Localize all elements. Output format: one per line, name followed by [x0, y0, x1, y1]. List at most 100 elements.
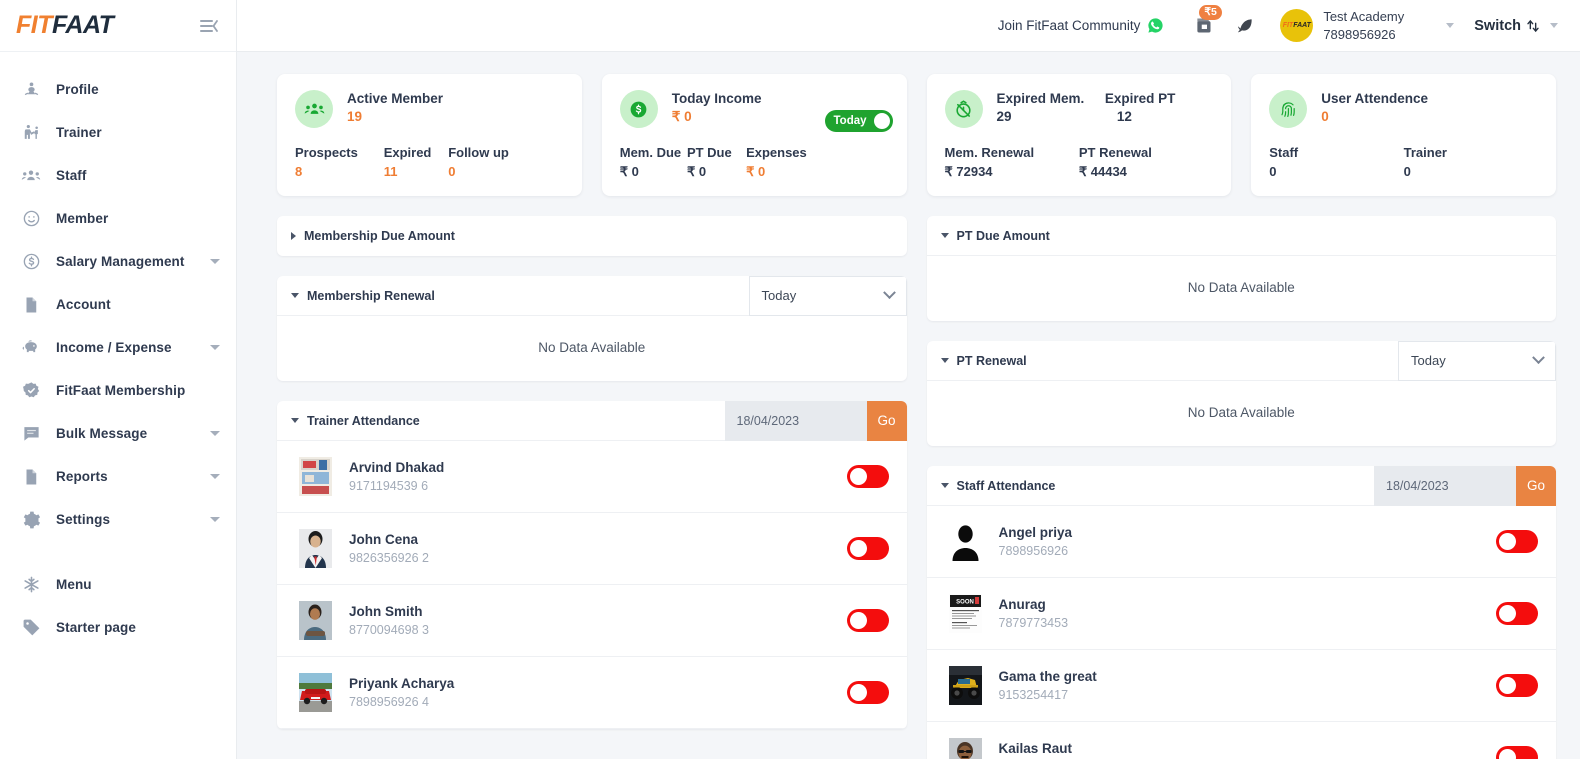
person-phone: 7898956926 4: [349, 695, 429, 709]
person-name: Kailas Raut: [998, 741, 1073, 756]
panel-title: PT Due Amount: [956, 228, 1050, 243]
sidebar-item-account[interactable]: Account: [0, 283, 236, 326]
panel-title: Membership Due Amount: [304, 229, 455, 243]
person-info: John Smith 8770094698 3: [349, 604, 429, 637]
today-toggle[interactable]: Today: [824, 110, 893, 132]
panel-header[interactable]: Staff Attendance Go: [926, 466, 1556, 506]
person-name: Angel priya: [998, 525, 1073, 540]
attendance-toggle[interactable]: [1496, 602, 1538, 625]
substat-label: Staff: [1269, 145, 1299, 160]
substat-label: PT Renewal: [1078, 145, 1152, 160]
chevron-down-icon[interactable]: [1446, 23, 1455, 28]
sidebar-divider-space: [0, 541, 236, 563]
card-value: 29: [996, 109, 1012, 124]
attendance-toggle[interactable]: [846, 465, 889, 488]
person-name: John Cena: [349, 532, 419, 547]
person-info: John Cena 9826356926 2: [349, 532, 429, 565]
collapse-triangle-icon[interactable]: [291, 418, 299, 423]
sidebar-item-profile[interactable]: Profile: [0, 68, 236, 111]
expand-triangle-icon[interactable]: [291, 232, 296, 240]
sidebar-item-fitfaat-membership[interactable]: FitFaat Membership: [0, 369, 236, 412]
collapse-triangle-icon[interactable]: [291, 293, 299, 298]
staff-date-input[interactable]: [1374, 466, 1516, 506]
collapse-triangle-icon[interactable]: [940, 233, 949, 238]
attendance-toggle[interactable]: [846, 609, 889, 632]
panel-trainer-attendance: Trainer Attendance Go: [277, 401, 907, 729]
panel-title: PT Renewal: [956, 353, 1027, 368]
person-info: Anurag 7879773453: [999, 597, 1069, 630]
sidebar-item-label: Settings: [56, 512, 111, 527]
document-icon: [20, 294, 42, 316]
expired-pt-block: Expired PT 12: [1105, 91, 1176, 124]
sidebar-item-starter-page[interactable]: Starter page: [0, 606, 236, 649]
empty-message: No Data Available: [1187, 280, 1295, 295]
toggle-knob: [1499, 533, 1516, 550]
chevron-down-icon[interactable]: [210, 259, 220, 264]
sidebar-item-staff[interactable]: Staff: [0, 154, 236, 197]
app-logo[interactable]: FITFAAT: [16, 11, 114, 40]
toggle-knob: [1499, 749, 1516, 759]
notification-bird-icon[interactable]: [1228, 9, 1262, 43]
switch-label: Switch: [1474, 17, 1521, 34]
stat-card-today-income: Today Income ₹ 0 Today Mem. Due ₹ 0 PT D…: [601, 74, 907, 196]
sidebar-item-reports[interactable]: Reports: [0, 455, 236, 498]
person-name: John Smith: [349, 604, 423, 619]
switch-button[interactable]: Switch: [1474, 18, 1558, 34]
chevron-down-icon[interactable]: [210, 431, 220, 436]
substat-value: ₹ 0: [619, 164, 639, 179]
sidebar-item-salary-management[interactable]: Salary Management: [0, 240, 236, 283]
panel-pt-due-amount: PT Due Amount No Data Available: [926, 216, 1556, 321]
sidebar-item-member[interactable]: Member: [0, 197, 236, 240]
substat-follow-up: Follow up 0: [448, 145, 509, 179]
collapse-triangle-icon[interactable]: [940, 358, 949, 363]
sidebar-item-trainer[interactable]: Trainer: [0, 111, 236, 154]
attendance-toggle[interactable]: [1496, 530, 1538, 553]
trainer-date-input[interactable]: [724, 401, 867, 441]
pt-renewal-filter-select[interactable]: Today: [1398, 341, 1556, 381]
panel-header[interactable]: Membership Due Amount: [277, 216, 907, 256]
person-phone: 7898956926: [998, 544, 1069, 558]
attendance-toggle[interactable]: [846, 681, 889, 704]
chevron-down-icon[interactable]: [1550, 23, 1558, 28]
attendance-toggle[interactable]: [1496, 674, 1538, 697]
topbar: Join FitFaat Community ₹5 FIT FAAT Test …: [237, 0, 1580, 52]
attendance-toggle[interactable]: [846, 537, 889, 560]
sidebar-item-income-expense[interactable]: Income / Expense: [0, 326, 236, 369]
sidebar-nav: Profile Trainer Staff Member Salary Mana…: [0, 52, 236, 649]
sidebar-item-bulk-message[interactable]: Bulk Message: [0, 412, 236, 455]
account-phone: 7898956926: [1323, 26, 1396, 42]
card-substats: Prospects 8 Expired 11 Follow up 0: [295, 145, 564, 179]
toggle-knob: [849, 468, 867, 485]
chevron-down-icon[interactable]: [210, 474, 220, 479]
substat-prospects: Prospects 8: [295, 145, 384, 179]
person-info: Kailas Raut 8796826512: [999, 741, 1073, 759]
panel-header[interactable]: PT Renewal Today: [926, 341, 1556, 381]
sidebar-item-settings[interactable]: Settings: [0, 498, 236, 541]
staff-go-button[interactable]: Go: [1516, 466, 1556, 506]
wallet-button[interactable]: ₹5: [1186, 4, 1222, 43]
card-header: Expired Mem. 29 Expired PT 12: [944, 90, 1214, 128]
panel-header[interactable]: PT Due Amount: [926, 216, 1556, 256]
piggy-bank-icon: [20, 337, 42, 359]
substat-expired: Expired 11: [384, 145, 449, 179]
substat-value: 11: [383, 164, 398, 179]
substat-staff: Staff 0: [1269, 145, 1403, 179]
panel-header[interactable]: Membership Renewal Today: [277, 276, 907, 316]
filter-value: Today: [761, 288, 797, 303]
expired-mem-block: Expired Mem. 29: [997, 91, 1105, 124]
collapse-triangle-icon[interactable]: [940, 483, 949, 488]
sidebar-item-menu[interactable]: Menu: [0, 563, 236, 606]
membership-renewal-filter-select[interactable]: Today: [748, 276, 907, 316]
join-community-link[interactable]: Join FitFaat Community: [998, 17, 1165, 34]
chevron-down-icon[interactable]: [210, 517, 220, 522]
document-icon: [20, 466, 42, 488]
message-icon: [20, 423, 42, 445]
attendance-toggle[interactable]: [1496, 746, 1538, 759]
panel-title: Membership Renewal: [307, 288, 435, 303]
sidebar-collapse-icon[interactable]: [196, 13, 222, 39]
chevron-down-icon[interactable]: [210, 345, 220, 350]
trainer-go-button[interactable]: Go: [866, 401, 907, 441]
panel-header[interactable]: Trainer Attendance Go: [277, 401, 907, 441]
account-selector[interactable]: FIT FAAT Test Academy 7898956926: [1280, 8, 1455, 43]
table-row: Angel priya 7898956926: [926, 506, 1556, 578]
